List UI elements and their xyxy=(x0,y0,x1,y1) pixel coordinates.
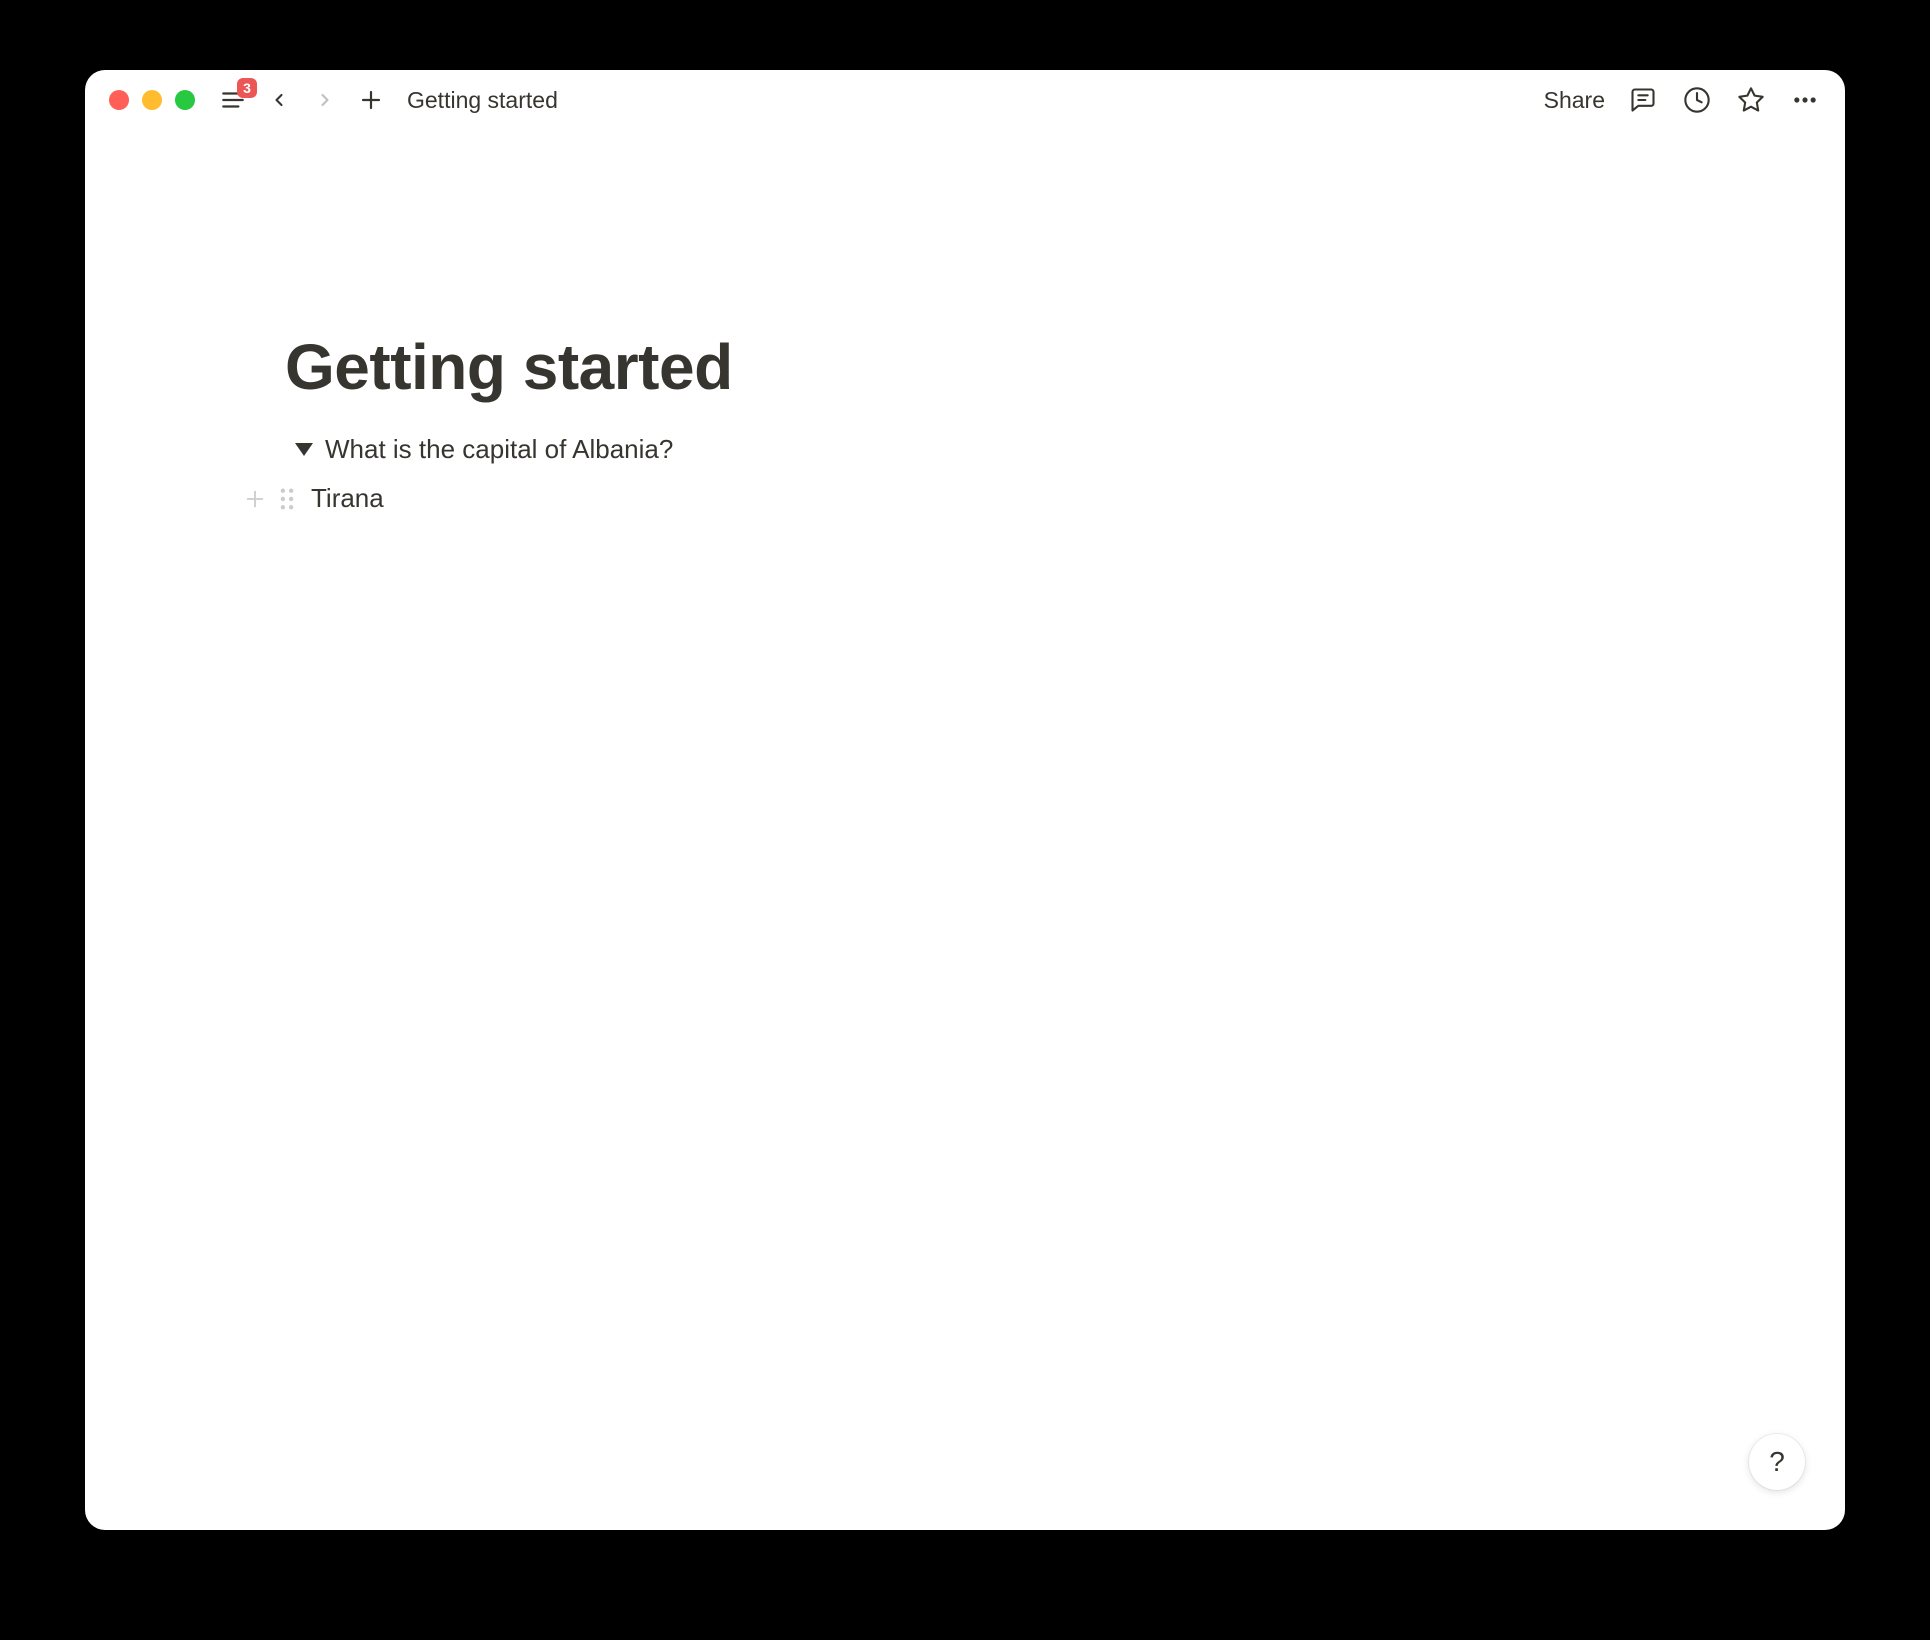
traffic-lights xyxy=(109,90,195,110)
page-title[interactable]: Getting started xyxy=(285,330,1645,404)
block-handles xyxy=(241,485,301,513)
plus-icon xyxy=(244,488,266,510)
more-options-button[interactable] xyxy=(1789,84,1821,116)
topbar-right: Share xyxy=(1544,84,1821,116)
new-page-button[interactable] xyxy=(355,84,387,116)
favorite-button[interactable] xyxy=(1735,84,1767,116)
updates-button[interactable] xyxy=(1681,84,1713,116)
comment-icon xyxy=(1629,86,1657,114)
nav-back-button[interactable] xyxy=(263,84,295,116)
page-content: Getting started What is the capital of A… xyxy=(85,130,1845,514)
sidebar-toggle-button[interactable]: 3 xyxy=(217,84,249,116)
drag-handle-button[interactable] xyxy=(273,485,301,513)
close-window-button[interactable] xyxy=(109,90,129,110)
breadcrumb[interactable]: Getting started xyxy=(407,87,558,114)
minimize-window-button[interactable] xyxy=(142,90,162,110)
topbar-left: 3 Getting started xyxy=(109,84,558,116)
drag-handle-icon xyxy=(279,488,295,510)
clock-icon xyxy=(1683,86,1711,114)
toggle-arrow-icon[interactable] xyxy=(295,443,313,456)
nav-forward-button[interactable] xyxy=(309,84,341,116)
toggle-block[interactable]: What is the capital of Albania? xyxy=(285,434,1645,465)
star-icon xyxy=(1737,86,1765,114)
chevron-left-icon xyxy=(269,90,289,110)
more-horizontal-icon xyxy=(1791,86,1819,114)
app-window: 3 Getting started Share xyxy=(85,70,1845,1530)
notification-badge: 3 xyxy=(237,78,257,98)
text-block-content[interactable]: Tirana xyxy=(311,483,384,514)
comments-button[interactable] xyxy=(1627,84,1659,116)
help-button[interactable]: ? xyxy=(1749,1434,1805,1490)
text-block[interactable]: Tirana xyxy=(241,483,1645,514)
share-button[interactable]: Share xyxy=(1544,87,1605,114)
add-block-button[interactable] xyxy=(241,485,269,513)
toggle-heading-text[interactable]: What is the capital of Albania? xyxy=(325,434,673,465)
maximize-window-button[interactable] xyxy=(175,90,195,110)
topbar: 3 Getting started Share xyxy=(85,70,1845,130)
chevron-right-icon xyxy=(315,90,335,110)
plus-icon xyxy=(359,88,383,112)
